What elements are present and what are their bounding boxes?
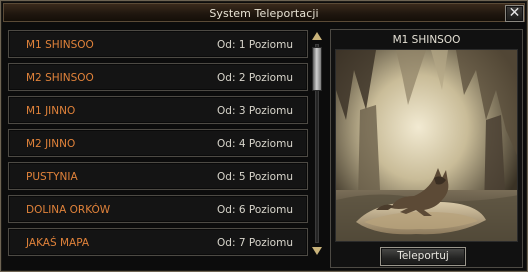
scroll-down-button[interactable] xyxy=(311,245,323,257)
map-level: Od: 4 Poziomu xyxy=(217,138,293,150)
map-level: Od: 3 Poziomu xyxy=(217,105,293,117)
arrow-up-icon xyxy=(312,32,322,40)
map-item-m2-jinno[interactable]: M2 JINNO Od: 4 Poziomu xyxy=(8,129,308,157)
map-item-m1-jinno[interactable]: M1 JINNO Od: 3 Poziomu xyxy=(8,96,308,124)
scroll-thumb[interactable] xyxy=(312,47,322,91)
map-name: M2 SHINSOO xyxy=(26,72,94,84)
map-list-scrollbar[interactable] xyxy=(311,30,323,257)
map-level: Od: 5 Poziomu xyxy=(217,171,293,183)
scroll-up-button[interactable] xyxy=(311,30,323,42)
map-preview-panel: M1 SHINSOO xyxy=(330,29,523,268)
preview-title: M1 SHINSOO xyxy=(392,34,461,46)
map-level: Od: 6 Poziomu xyxy=(217,204,293,216)
arrow-down-icon xyxy=(312,247,322,255)
map-name: M2 JINNO xyxy=(26,138,76,150)
close-button[interactable]: ✕ xyxy=(505,5,524,22)
window-title: System Teleportacji xyxy=(209,7,319,20)
map-list: M1 SHINSOO Od: 1 Poziomu M2 SHINSOO Od: … xyxy=(8,30,308,264)
map-name: M1 JINNO xyxy=(26,105,76,117)
map-level: Od: 7 Poziomu xyxy=(217,237,293,249)
teleport-window: System Teleportacji ✕ M1 SHINSOO Od: 1 P… xyxy=(0,0,528,272)
teleport-button[interactable]: Teleportuj xyxy=(380,247,466,266)
map-name: PUSTYNIA xyxy=(26,171,78,183)
map-item-dolina-orkow[interactable]: DOLINA ORKÓW Od: 6 Poziomu xyxy=(8,195,308,223)
close-icon: ✕ xyxy=(508,5,521,21)
map-item-jakas-mapa[interactable]: JAKAŚ MAPA Od: 7 Poziomu xyxy=(8,228,308,256)
title-bar[interactable]: System Teleportacji ✕ xyxy=(3,3,525,22)
map-item-m2-shinsoo[interactable]: M2 SHINSOO Od: 2 Poziomu xyxy=(8,63,308,91)
map-level: Od: 2 Poziomu xyxy=(217,72,293,84)
wolf-in-cave-preview xyxy=(336,50,517,241)
map-name: JAKAŚ MAPA xyxy=(26,237,90,249)
map-preview-image xyxy=(335,49,518,242)
map-item-pustynia[interactable]: PUSTYNIA Od: 5 Poziomu xyxy=(8,162,308,190)
map-item-m1-shinsoo[interactable]: M1 SHINSOO Od: 1 Poziomu xyxy=(8,30,308,58)
map-name: M1 SHINSOO xyxy=(26,39,94,51)
map-name: DOLINA ORKÓW xyxy=(26,204,111,216)
map-level: Od: 1 Poziomu xyxy=(217,39,293,51)
